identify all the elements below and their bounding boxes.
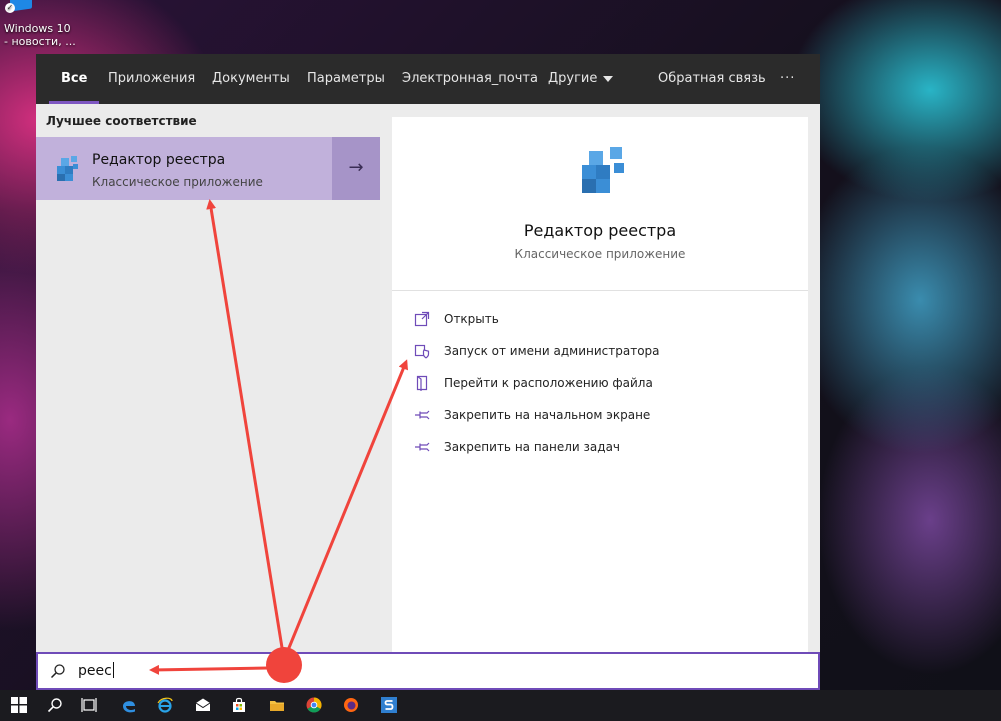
file-explorer-icon <box>270 701 284 711</box>
results-pane: Лучшее соответствие Редактор реестра Кла… <box>36 104 380 652</box>
file-location-icon <box>416 375 428 391</box>
task-view-icon <box>81 698 97 712</box>
open-icon <box>414 311 430 327</box>
start-button[interactable] <box>2 690 36 721</box>
action-pin-taskbar-label: Закрепить на панели задач <box>444 440 621 454</box>
taskbar-ie[interactable] <box>148 690 182 721</box>
details-pane: Редактор реестра Классическое приложение… <box>392 117 808 652</box>
mail-icon <box>195 698 211 711</box>
text-cursor <box>112 662 114 678</box>
tab-more-label: Другие <box>548 71 598 86</box>
action-pin-start-label: Закрепить на начальном экране <box>444 408 651 422</box>
taskbar-firefox[interactable] <box>334 690 368 721</box>
best-match-title: Редактор реестра <box>92 152 226 168</box>
best-match-result[interactable]: Редактор реестра Классическое приложение… <box>36 137 380 200</box>
tab-all[interactable]: Все <box>48 54 101 104</box>
action-run-as-admin-label: Запуск от имени администратора <box>444 344 660 358</box>
desktop-shortcut[interactable]: ✓ Windows 10 - новости, ... <box>2 0 76 52</box>
taskbar-file-explorer[interactable] <box>260 690 294 721</box>
taskbar-app-s[interactable] <box>372 690 406 721</box>
action-open-file-location-label: Перейти к расположению файла <box>444 376 653 390</box>
action-open-label: Открыть <box>444 312 499 326</box>
firefox-icon <box>344 698 358 712</box>
details-subtitle: Классическое приложение <box>514 247 686 261</box>
search-box[interactable]: реес <box>36 652 820 690</box>
expand-details-button[interactable]: → <box>332 137 380 200</box>
search-input[interactable]: реес <box>78 662 114 679</box>
search-icon <box>47 698 62 713</box>
checkmark-icon: ✓ <box>5 3 15 13</box>
desktop-shortcut-label: Windows 10 - новости, ... <box>4 22 76 48</box>
details-header: Редактор реестра Классическое приложение <box>392 117 808 290</box>
taskbar-edge[interactable] <box>112 690 146 721</box>
taskbar-store[interactable] <box>222 690 256 721</box>
divider <box>392 290 808 291</box>
store-icon <box>233 697 245 712</box>
tab-more[interactable]: Другие <box>548 54 614 104</box>
taskbar-chrome[interactable] <box>297 690 331 721</box>
more-options-button[interactable]: ··· <box>780 54 795 104</box>
best-match-open-area[interactable]: Редактор реестра Классическое приложение <box>36 137 331 200</box>
taskbar-search-button[interactable] <box>38 690 72 721</box>
start-search-window: Все Приложения Документы Параметры Элект… <box>36 54 820 690</box>
edge-icon <box>123 701 135 713</box>
best-match-subtitle: Классическое приложение <box>92 175 263 189</box>
details-title: Редактор реестра <box>523 221 677 240</box>
taskbar <box>0 690 1001 721</box>
tab-settings[interactable]: Параметры <box>307 54 385 104</box>
chrome-icon <box>306 697 322 713</box>
pin-icon <box>415 442 430 452</box>
ie-icon <box>157 697 173 713</box>
tab-documents[interactable]: Документы <box>212 54 290 104</box>
search-input-value: реес <box>78 663 112 679</box>
registry-editor-icon <box>57 156 78 181</box>
tab-email[interactable]: Электронная_почта <box>402 54 538 104</box>
search-tabbar: Все Приложения Документы Параметры Элект… <box>36 54 820 104</box>
arrow-right-icon: → <box>348 157 364 178</box>
app-s-icon <box>381 697 397 713</box>
chevron-down-icon <box>603 75 614 82</box>
tab-apps[interactable]: Приложения <box>108 54 195 104</box>
taskbar-mail[interactable] <box>186 690 220 721</box>
shield-icon <box>414 344 430 359</box>
task-view-button[interactable] <box>72 690 106 721</box>
windows-start-icon <box>11 697 27 713</box>
search-icon <box>50 664 65 679</box>
registry-editor-icon <box>582 147 624 193</box>
pin-icon <box>415 410 430 420</box>
section-title: Лучшее соответствие <box>46 114 197 128</box>
feedback-link[interactable]: Обратная связь <box>658 54 766 104</box>
